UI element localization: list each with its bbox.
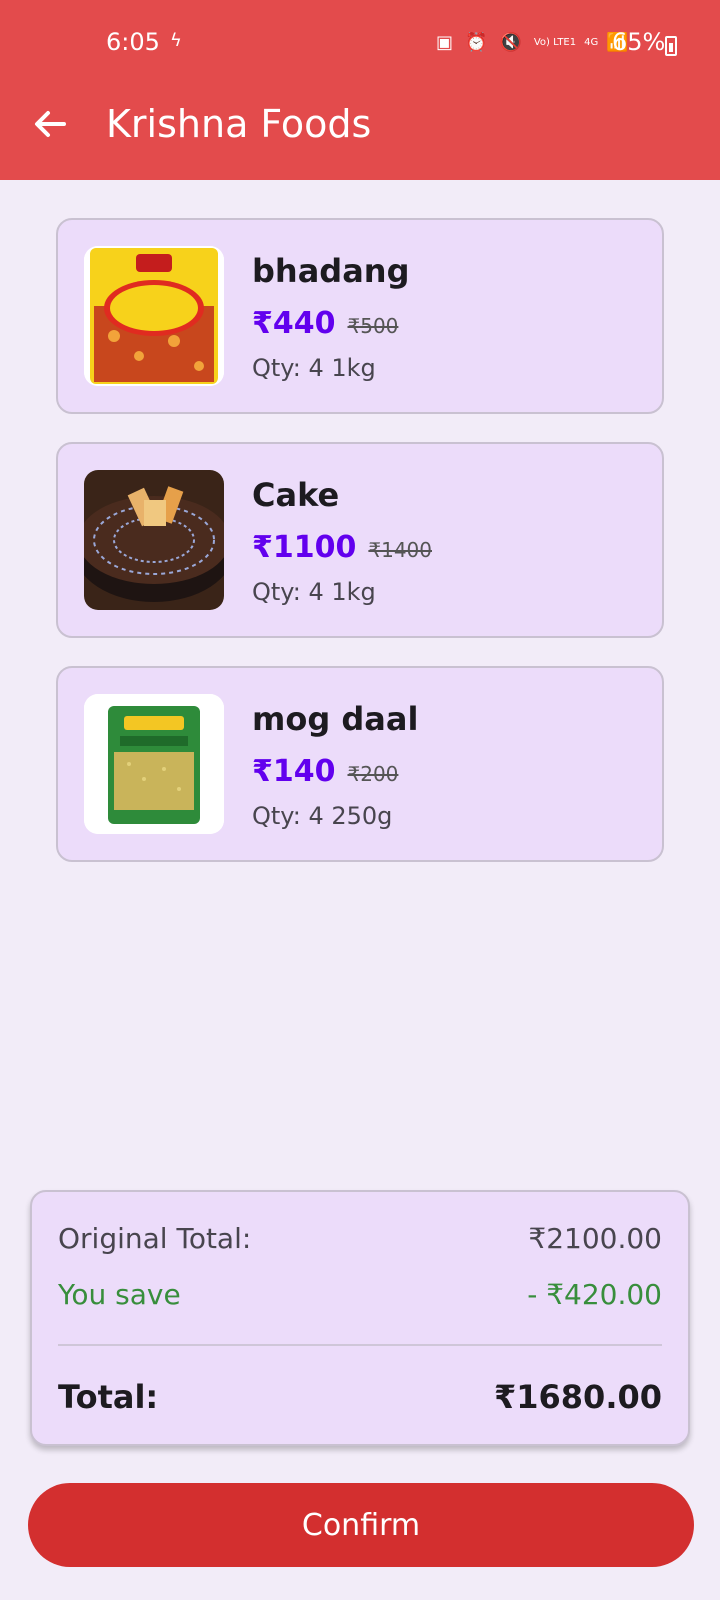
original-total-value: ₹2100.00	[528, 1222, 662, 1255]
cart-item-card[interactable]: Cake ₹1100 ₹1400 Qty: 4 1kg	[56, 442, 664, 638]
item-price-value: ₹1100	[252, 530, 357, 565]
back-button[interactable]	[30, 104, 70, 144]
page-title: Krishna Foods	[106, 102, 372, 146]
item-original-price: ₹500	[347, 314, 399, 338]
battery-icon	[665, 36, 677, 56]
status-icons: ▣ ⏰ 🔇 Vo) LTE1 4G 📶	[436, 32, 633, 53]
item-name: Cake	[252, 476, 340, 514]
item-quantity: Qty: 4 1kg	[252, 354, 376, 382]
network-label: Vo) LTE1	[533, 36, 577, 48]
savings-row: You save - ₹420.00	[58, 1278, 662, 1311]
item-price-value: ₹140	[252, 754, 336, 789]
battery-percent: 65%	[612, 28, 666, 56]
order-summary: Original Total: ₹2100.00 You save - ₹420…	[30, 1190, 690, 1446]
you-save-value: - ₹420.00	[527, 1278, 662, 1311]
item-price-value: ₹440	[252, 306, 336, 341]
arrow-left-icon	[35, 111, 66, 137]
app-bar: 6:05 ϟ ▣ ⏰ 🔇 Vo) LTE1 4G 📶 65% Krishna F…	[0, 0, 720, 180]
item-original-price: ₹1400	[368, 538, 432, 562]
status-bar: 6:05 ϟ ▣ ⏰ 🔇 Vo) LTE1 4G 📶 65%	[0, 26, 720, 66]
item-price: ₹440 ₹500	[252, 306, 398, 341]
status-time: 6:05	[106, 28, 160, 56]
cart-item-card[interactable]: bhadang ₹440 ₹500 Qty: 4 1kg	[56, 218, 664, 414]
original-total-row: Original Total: ₹2100.00	[58, 1222, 662, 1255]
item-price: ₹1100 ₹1400	[252, 530, 432, 565]
product-image	[84, 694, 224, 834]
mute-icon: 🔇	[499, 32, 526, 53]
product-image	[84, 246, 224, 386]
charging-icon: ϟ	[170, 30, 182, 51]
confirm-button[interactable]: Confirm	[28, 1483, 694, 1567]
product-image	[84, 470, 224, 610]
alarm-icon: ⏰	[465, 32, 492, 53]
item-original-price: ₹200	[347, 762, 399, 786]
total-row: Total: ₹1680.00	[58, 1378, 662, 1416]
total-value: ₹1680.00	[493, 1378, 662, 1416]
item-name: mog daal	[252, 700, 419, 738]
item-price: ₹140 ₹200	[252, 754, 398, 789]
you-save-label: You save	[58, 1278, 181, 1311]
original-total-label: Original Total:	[58, 1222, 252, 1255]
item-quantity: Qty: 4 250g	[252, 802, 393, 830]
item-name: bhadang	[252, 252, 410, 290]
total-label: Total:	[58, 1378, 159, 1416]
item-quantity: Qty: 4 1kg	[252, 578, 376, 606]
divider	[58, 1344, 662, 1346]
cart-item-card[interactable]: mog daal ₹140 ₹200 Qty: 4 250g	[56, 666, 664, 862]
screenshot-icon: ▣	[436, 32, 458, 53]
network-4g-label: 4G	[584, 36, 599, 48]
